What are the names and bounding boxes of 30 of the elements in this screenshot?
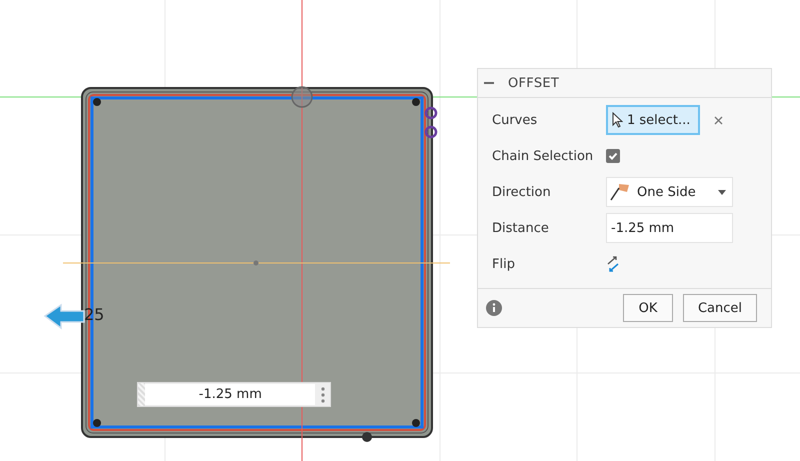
direction-icon — [609, 182, 631, 202]
direction-dropdown[interactable]: One Side — [606, 177, 733, 207]
cursor-icon — [612, 112, 623, 128]
clear-icon[interactable] — [714, 116, 723, 124]
point-marker — [362, 432, 372, 442]
flip-icon[interactable] — [606, 256, 620, 272]
midpoint-marker — [291, 86, 313, 108]
dimension-input[interactable]: -1.25 mm — [137, 382, 331, 407]
corner-point[interactable] — [93, 98, 101, 106]
field-label: Chain Selection — [492, 148, 594, 164]
distance-field[interactable]: -1.25 mm — [606, 213, 733, 243]
field-label: Curves — [492, 112, 538, 128]
field-label: Direction — [492, 184, 552, 200]
center-point — [254, 260, 258, 266]
constraint-icon — [424, 106, 438, 120]
caret-icon — [718, 190, 726, 194]
constraint-icon — [424, 126, 438, 138]
dialog-button[interactable]: OK — [623, 294, 673, 322]
checkbox[interactable] — [606, 149, 620, 163]
corner-point[interactable] — [93, 419, 101, 427]
dimension-arrow-icon[interactable] — [44, 304, 85, 330]
corner-point[interactable] — [412, 419, 420, 427]
field-label: Distance — [492, 220, 550, 236]
info-icon[interactable] — [486, 300, 502, 316]
selection-button[interactable]: 1 select... — [606, 105, 700, 135]
field-label: Flip — [492, 256, 516, 272]
dialog-title: OFFSET — [508, 76, 560, 90]
corner-point[interactable] — [412, 98, 420, 106]
dialog-button[interactable]: Cancel — [683, 294, 757, 322]
more-icon[interactable] — [320, 386, 325, 402]
